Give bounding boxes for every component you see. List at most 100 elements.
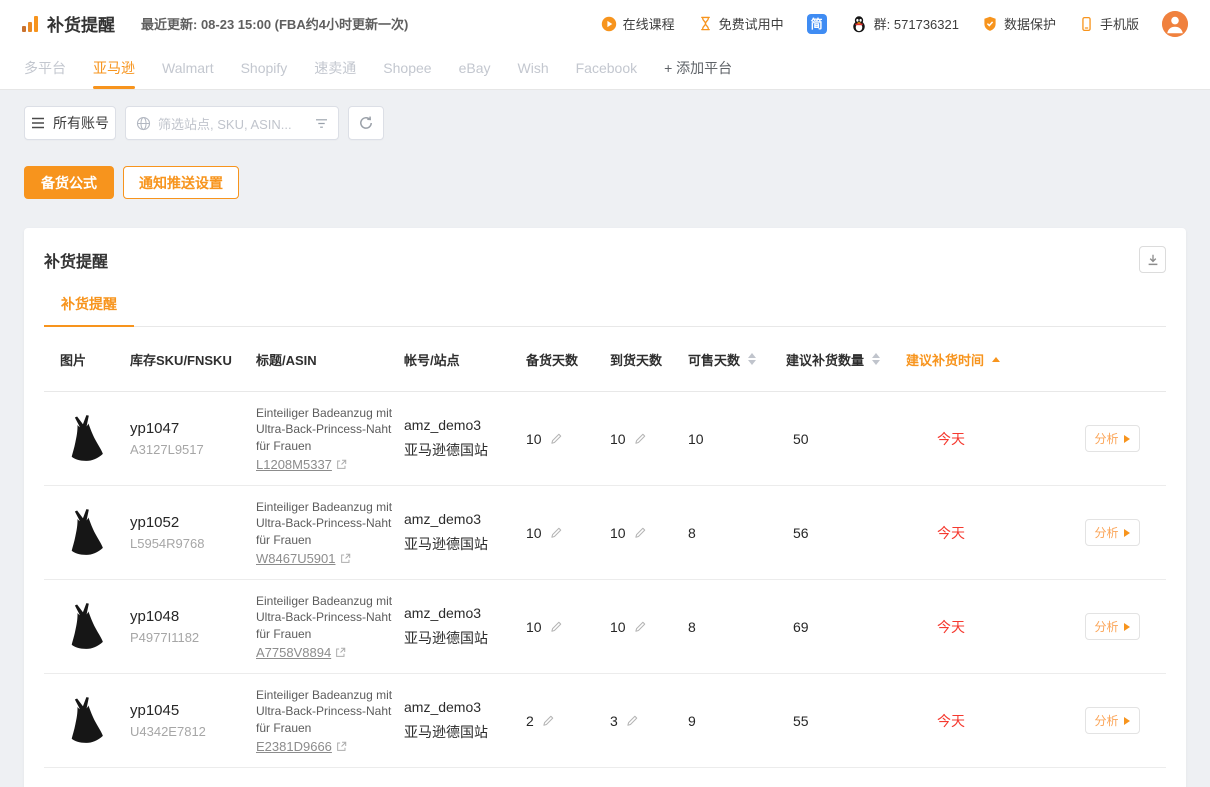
platform-tab-3[interactable]: Shopify <box>241 47 288 89</box>
column-header-label: 图片 <box>60 350 86 369</box>
asin-link[interactable]: W8467U5901 <box>256 551 336 566</box>
edit-pencil-icon[interactable] <box>549 432 563 446</box>
restock-panel: 补货提醒 补货提醒 图片库存SKU/FNSKU标题/ASIN帐号/站点备货天数到… <box>24 228 1186 787</box>
platform-tab-4[interactable]: 速卖通 <box>314 47 356 89</box>
black-dress-icon <box>60 411 110 467</box>
cell-sku: yp1048 P4977I1182 <box>124 608 250 645</box>
download-button[interactable] <box>1139 246 1166 273</box>
free-trial-link[interactable]: 免费试用中 <box>698 14 784 33</box>
external-link-icon[interactable] <box>336 459 347 470</box>
suggest-qty-value: 55 <box>793 713 809 729</box>
all-accounts-label: 所有账号 <box>53 113 109 133</box>
cell-title-asin: Einteiliger Badeanzug mit Ultra-Back-Pri… <box>250 687 398 755</box>
product-image[interactable] <box>58 598 112 656</box>
cell-stock-days: 10 <box>520 525 604 541</box>
platform-tab-1[interactable]: 亚马逊 <box>93 47 135 89</box>
analyze-button[interactable]: 分析 <box>1085 425 1140 452</box>
platform-tab-8[interactable]: Facebook <box>576 47 637 89</box>
arrival-days-value: 10 <box>610 525 626 541</box>
edit-pencil-icon[interactable] <box>633 432 647 446</box>
analyze-button[interactable]: 分析 <box>1085 613 1140 640</box>
online-course-label: 在线课程 <box>623 14 675 33</box>
platform-tab-5[interactable]: Shopee <box>383 47 431 89</box>
product-title: Einteiliger Badeanzug mit Ultra-Back-Pri… <box>256 593 396 643</box>
edit-pencil-icon[interactable] <box>633 620 647 634</box>
platform-tab-7[interactable]: Wish <box>518 47 549 89</box>
stock-days-value: 10 <box>526 431 542 447</box>
product-image[interactable] <box>58 410 112 468</box>
cell-account-site: amz_demo3 亚马逊德国站 <box>398 605 520 648</box>
column-header-8[interactable]: 建议补货时间 <box>900 350 1052 369</box>
account-value: amz_demo3 <box>404 417 520 433</box>
platform-tabs: 多平台亚马逊 Walmart Shopify 速卖通 Shopee eBay Wish Fac… <box>0 47 1210 90</box>
sku-value: yp1045 <box>130 702 250 719</box>
edit-pencil-icon[interactable] <box>625 714 639 728</box>
edit-pencil-icon[interactable] <box>541 714 555 728</box>
external-link-icon[interactable] <box>336 741 347 752</box>
arrival-days-value: 3 <box>610 713 618 729</box>
stock-formula-button[interactable]: 备货公式 <box>24 166 114 199</box>
filter-search-select[interactable]: 筛选站点, SKU, ASIN... <box>125 106 339 140</box>
hourglass-icon <box>698 16 713 31</box>
account-value: amz_demo3 <box>404 605 520 621</box>
column-header-1: 库存SKU/FNSKU <box>124 350 250 369</box>
column-header-6[interactable]: 可售天数 <box>682 350 780 369</box>
column-header-label: 建议补货时间 <box>906 350 984 369</box>
sku-value: yp1052 <box>130 514 250 531</box>
account-value: amz_demo3 <box>404 699 520 715</box>
sort-asc-icon[interactable] <box>992 357 1000 362</box>
site-value: 亚马逊德国站 <box>404 628 520 648</box>
sort-icon[interactable] <box>748 353 756 365</box>
external-link-icon[interactable] <box>335 647 346 658</box>
data-protection-label: 数据保护 <box>1004 14 1056 33</box>
tab-restock-reminder[interactable]: 补货提醒 <box>44 294 134 327</box>
language-badge[interactable]: 简 <box>807 14 827 34</box>
cell-arrival-days: 10 <box>604 619 682 635</box>
black-dress-icon <box>60 505 110 561</box>
edit-pencil-icon[interactable] <box>549 620 563 634</box>
cell-image <box>44 598 124 656</box>
qq-penguin-icon <box>850 15 868 33</box>
panel-tabs: 补货提醒 <box>44 294 1166 327</box>
notification-settings-button[interactable]: 通知推送设置 <box>123 166 239 199</box>
action-buttons: 备货公式 通知推送设置 <box>0 140 1210 199</box>
data-protection-link[interactable]: 数据保护 <box>982 14 1056 33</box>
platform-tab-2[interactable]: Walmart <box>162 47 214 89</box>
asin-link[interactable]: E2381D9666 <box>256 739 332 754</box>
online-course-link[interactable]: 在线课程 <box>601 14 675 33</box>
sort-icon[interactable] <box>872 353 880 365</box>
cell-suggest-time: 今天 <box>900 523 1052 543</box>
external-link-icon[interactable] <box>340 553 351 564</box>
platform-tab-0[interactable]: 多平台 <box>24 47 66 89</box>
analyze-button[interactable]: 分析 <box>1085 519 1140 546</box>
mobile-version-link[interactable]: 手机版 <box>1079 14 1139 33</box>
qq-group-link[interactable]: 群: 571736321 <box>850 14 959 33</box>
cell-suggest-time: 今天 <box>900 429 1052 449</box>
all-accounts-button[interactable]: 所有账号 <box>24 106 116 140</box>
qq-group-label: 群: 571736321 <box>874 14 959 33</box>
product-image[interactable] <box>58 692 112 750</box>
column-header-3: 帐号/站点 <box>398 350 520 369</box>
analyze-button[interactable]: 分析 <box>1085 707 1140 734</box>
column-header-5: 到货天数 <box>604 350 682 369</box>
platform-tab-6[interactable]: eBay <box>459 47 491 89</box>
edit-pencil-icon[interactable] <box>549 526 563 540</box>
column-header-label: 帐号/站点 <box>404 350 460 369</box>
suggest-time-value: 今天 <box>937 713 965 729</box>
asin-link[interactable]: L1208M5337 <box>256 457 332 472</box>
phone-icon <box>1079 16 1094 32</box>
table-row: yp1048 P4977I1182 Einteiliger Badeanzug … <box>44 580 1166 674</box>
edit-pencil-icon[interactable] <box>633 526 647 540</box>
cell-suggest-time: 今天 <box>900 617 1052 637</box>
sku-value: yp1048 <box>130 608 250 625</box>
refresh-button[interactable] <box>348 106 384 140</box>
user-avatar-icon <box>1162 11 1188 37</box>
column-header-7[interactable]: 建议补货数量 <box>780 350 900 369</box>
cell-arrival-days: 10 <box>604 431 682 447</box>
product-image[interactable] <box>58 504 112 562</box>
asin-link[interactable]: A7758V8894 <box>256 645 331 660</box>
user-avatar[interactable] <box>1162 11 1188 37</box>
cell-image <box>44 504 124 562</box>
cell-title-asin: Einteiliger Badeanzug mit Ultra-Back-Pri… <box>250 593 398 661</box>
platform-tab-9[interactable]: + 添加平台 <box>664 47 732 89</box>
